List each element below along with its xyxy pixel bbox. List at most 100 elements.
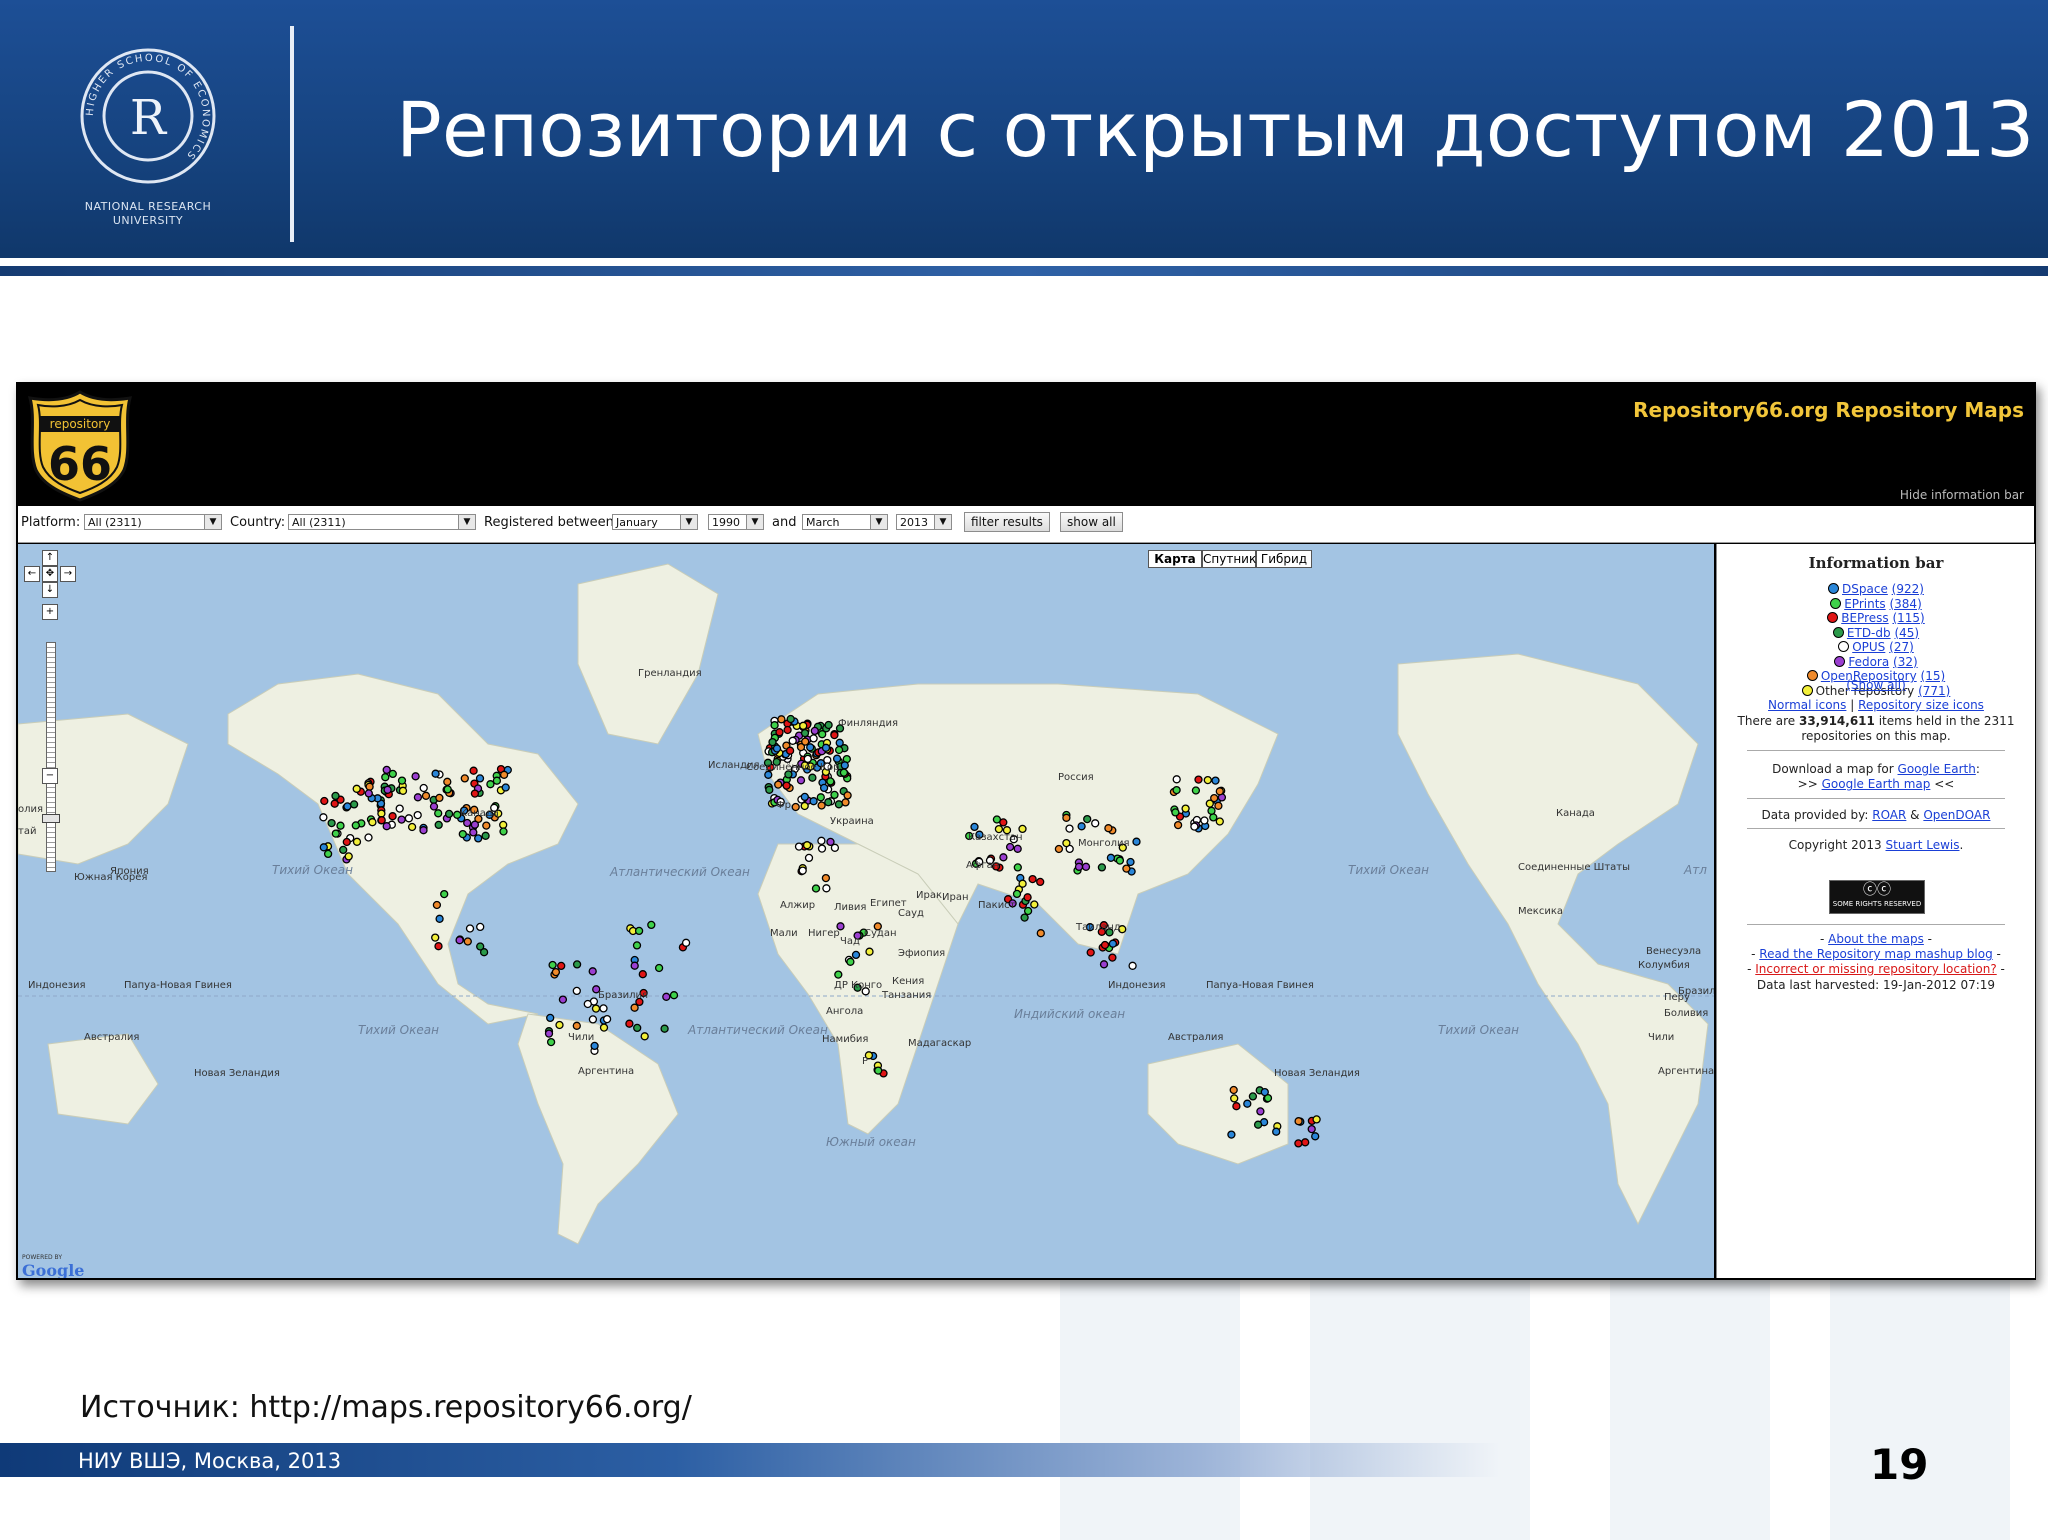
repository-marker[interactable]	[382, 822, 391, 831]
repository-marker[interactable]	[1172, 785, 1181, 795]
pan-left-icon[interactable]: ←	[24, 566, 40, 582]
repository-marker[interactable]	[851, 950, 861, 960]
repository-marker[interactable]	[339, 845, 348, 855]
repository-marker[interactable]	[440, 889, 449, 899]
repository-marker[interactable]	[809, 734, 818, 743]
repository-marker[interactable]	[809, 797, 818, 806]
map-type-map-button[interactable]: Карта	[1148, 550, 1202, 568]
repository-marker[interactable]	[432, 900, 442, 910]
repository-marker[interactable]	[630, 961, 639, 970]
repository-marker[interactable]	[810, 726, 819, 736]
legend-item[interactable]: Fedora (32)	[1717, 655, 2035, 669]
repository-marker[interactable]	[841, 798, 850, 807]
repository-marker[interactable]	[788, 736, 797, 745]
repository-marker[interactable]	[1030, 900, 1039, 909]
legend-item-count[interactable]: (27)	[1889, 640, 1914, 654]
repository-marker[interactable]	[429, 802, 439, 811]
repository-marker[interactable]	[1115, 856, 1125, 865]
repository-marker[interactable]	[843, 791, 852, 800]
show-all-link[interactable]: (Show all)	[1717, 678, 2035, 693]
repository-marker[interactable]	[1108, 953, 1117, 962]
repository-marker[interactable]	[632, 941, 642, 950]
repository-marker[interactable]	[365, 782, 374, 791]
repository-marker[interactable]	[331, 829, 340, 838]
repository-marker[interactable]	[768, 737, 777, 747]
repository-marker[interactable]	[413, 810, 422, 820]
repository-marker[interactable]	[1256, 1107, 1265, 1116]
repository-marker[interactable]	[822, 884, 831, 893]
repository-marker[interactable]	[765, 785, 774, 794]
repository-marker[interactable]	[381, 773, 390, 782]
repository-marker[interactable]	[1097, 863, 1107, 872]
repository-marker[interactable]	[1207, 806, 1216, 815]
repository-marker[interactable]	[546, 1013, 555, 1023]
repository-marker[interactable]	[344, 852, 353, 861]
repository-marker[interactable]	[1253, 1120, 1263, 1129]
repository-marker[interactable]	[1128, 961, 1137, 970]
hide-information-bar-link[interactable]: Hide information bar	[1900, 488, 2024, 502]
zoom-slider[interactable]	[46, 642, 56, 872]
repository-marker[interactable]	[434, 820, 443, 830]
repository-marker[interactable]	[463, 937, 472, 946]
pan-right-icon[interactable]: →	[60, 566, 76, 582]
repository-marker[interactable]	[1023, 893, 1032, 902]
repository-marker[interactable]	[551, 967, 561, 977]
repository-marker[interactable]	[1173, 820, 1183, 830]
repository-marker[interactable]	[476, 942, 485, 951]
repository-marker[interactable]	[1083, 814, 1092, 824]
repository-size-icons-link[interactable]: Repository size icons	[1858, 698, 1984, 712]
repository-marker[interactable]	[824, 720, 833, 730]
incorrect-location-link[interactable]: Incorrect or missing repository location…	[1755, 962, 1996, 976]
repository-marker[interactable]	[804, 853, 814, 863]
repository-marker[interactable]	[343, 802, 352, 811]
repository-marker[interactable]	[1311, 1132, 1320, 1141]
repository-marker[interactable]	[383, 785, 392, 794]
repository-marker[interactable]	[431, 933, 440, 942]
repository-marker[interactable]	[352, 784, 361, 793]
map-type-satellite-button[interactable]: Спутник	[1202, 550, 1256, 568]
repository-marker[interactable]	[839, 768, 849, 777]
repository-marker[interactable]	[1104, 824, 1113, 833]
repository-marker[interactable]	[798, 866, 807, 875]
repository-marker[interactable]	[1230, 1094, 1239, 1103]
repository-marker[interactable]	[835, 738, 844, 747]
repository-marker[interactable]	[1301, 1138, 1310, 1147]
repository-marker[interactable]	[492, 776, 502, 785]
legend-item[interactable]: OPUS (27)	[1717, 640, 2035, 654]
repository-marker[interactable]	[1209, 813, 1218, 822]
repository-marker[interactable]	[458, 829, 467, 839]
repository-marker[interactable]	[640, 1032, 649, 1041]
from-month-select[interactable]: January ▼	[612, 514, 698, 530]
repository-marker[interactable]	[817, 844, 827, 853]
world-map[interactable]: Гренландия Исландия Финляндия Россия Кан…	[18, 544, 1714, 1278]
repository-marker[interactable]	[435, 793, 444, 803]
repository-marker[interactable]	[474, 834, 483, 843]
repository-marker[interactable]	[1203, 775, 1212, 785]
repository-marker[interactable]	[588, 1015, 598, 1024]
repository-marker[interactable]	[800, 728, 810, 738]
repository-marker[interactable]	[463, 818, 472, 828]
repository-marker[interactable]	[548, 960, 557, 970]
repository-marker[interactable]	[342, 837, 351, 847]
repository-marker[interactable]	[817, 801, 826, 810]
repository-marker[interactable]	[999, 818, 1008, 827]
repository-marker[interactable]	[775, 728, 784, 737]
repository-marker[interactable]	[654, 963, 664, 973]
repository-marker[interactable]	[821, 873, 831, 883]
repository-marker[interactable]	[558, 995, 568, 1004]
repository-marker[interactable]	[1126, 857, 1135, 867]
repository-marker[interactable]	[811, 884, 821, 893]
repository-marker[interactable]	[1272, 1127, 1281, 1136]
pan-down-icon[interactable]: ↓	[42, 582, 58, 598]
repository-marker[interactable]	[999, 853, 1008, 862]
country-select[interactable]: All (2311) ▼	[288, 514, 476, 530]
repository-marker[interactable]	[352, 837, 362, 846]
legend-item-name[interactable]: ETD-db	[1847, 626, 1891, 640]
repository-marker[interactable]	[1062, 838, 1071, 848]
repository-marker[interactable]	[783, 725, 792, 735]
repository-marker[interactable]	[368, 818, 377, 827]
repository-marker[interactable]	[602, 1014, 612, 1024]
repository-marker[interactable]	[469, 766, 478, 775]
repository-marker[interactable]	[1099, 960, 1109, 969]
repository-marker[interactable]	[808, 773, 817, 782]
